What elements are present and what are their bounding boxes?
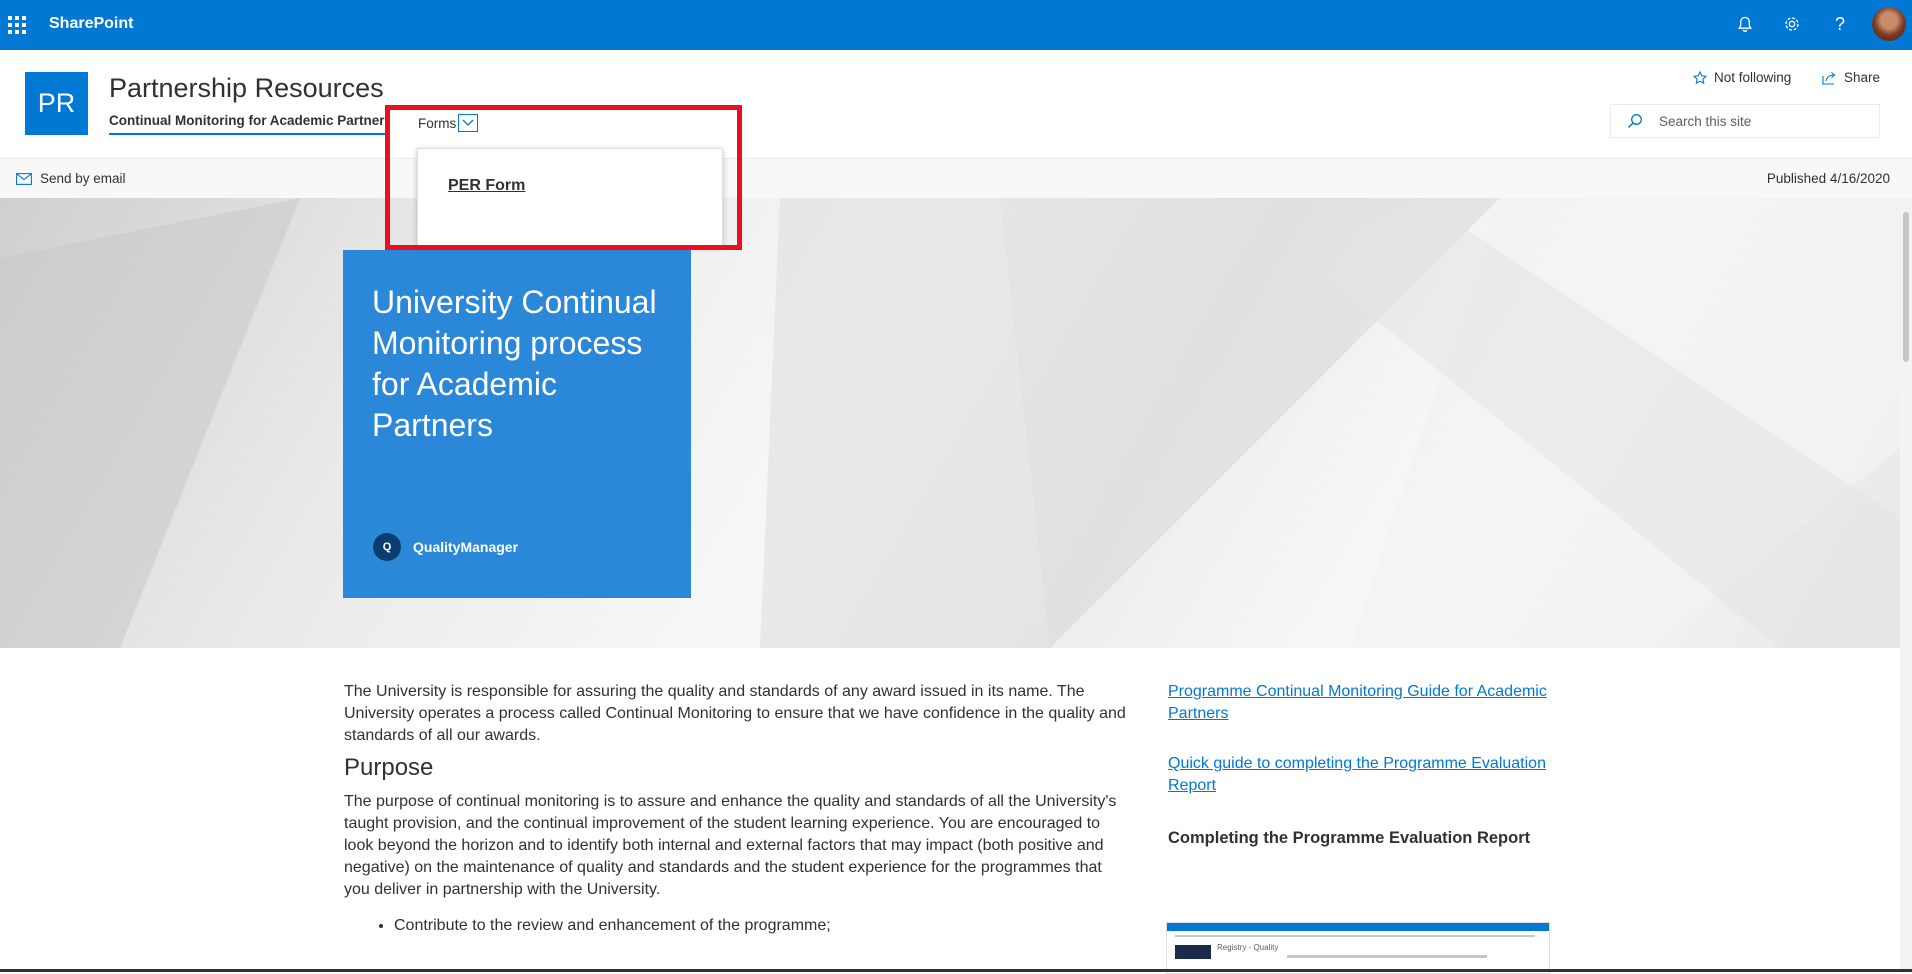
menu-item-per-form[interactable]: PER Form: [448, 177, 525, 195]
scrollbar-thumb[interactable]: [1903, 212, 1909, 362]
site-logo[interactable]: PR: [25, 72, 88, 135]
gear-icon[interactable]: [1780, 12, 1804, 36]
command-bar: Send by email Published 4/16/2020: [0, 158, 1912, 199]
hero-background-image: [0, 198, 1900, 648]
mail-icon: [16, 172, 32, 185]
purpose-paragraph: The purpose of continual monitoring is t…: [344, 793, 1117, 898]
send-by-email-button[interactable]: Send by email: [16, 171, 126, 186]
completing-report-heading: Completing the Programme Evaluation Repo…: [1168, 829, 1531, 847]
follow-button[interactable]: Not following: [1693, 70, 1791, 85]
user-avatar[interactable]: [1872, 7, 1906, 41]
right-column: Programme Continual Monitoring Guide for…: [1168, 681, 1548, 848]
star-icon: [1693, 70, 1707, 84]
page-scrollbar[interactable]: [1900, 198, 1912, 972]
list-item: Contribute to the review and enhancement…: [394, 915, 1130, 937]
intro-paragraph: The University is responsible for assuri…: [344, 683, 1126, 744]
hero-banner: University Continual Monitoring process …: [0, 198, 1900, 648]
share-label: Share: [1844, 70, 1881, 85]
nav-forms-label: Forms: [418, 115, 457, 131]
waffle-icon[interactable]: [8, 16, 26, 34]
help-icon[interactable]: ?: [1828, 12, 1852, 36]
published-date: Published 4/16/2020: [1766, 171, 1890, 186]
purpose-heading: Purpose: [344, 754, 434, 781]
quick-guide-link[interactable]: Quick guide to completing the Programme …: [1168, 753, 1548, 797]
site-title[interactable]: Partnership Resources: [109, 73, 384, 104]
share-button[interactable]: Share: [1822, 70, 1880, 85]
nav-item-forms[interactable]: Forms: [418, 114, 479, 132]
share-icon: [1822, 71, 1836, 85]
search-input[interactable]: [1657, 112, 1861, 130]
sharepoint-brand[interactable]: SharePoint: [49, 15, 133, 33]
nav-item-continual-monitoring[interactable]: Continual Monitoring for Academic Partne…: [109, 113, 385, 135]
author-name[interactable]: QualityManager: [413, 539, 518, 555]
main-text-column: The University is responsible for assuri…: [344, 681, 1130, 937]
site-search[interactable]: [1610, 104, 1880, 138]
bullet-list: Contribute to the review and enhancement…: [344, 915, 1130, 937]
author-avatar: Q: [373, 533, 401, 561]
send-by-email-label: Send by email: [40, 171, 126, 186]
video-thumbnail[interactable]: Registry - Quality: [1166, 922, 1550, 974]
monitoring-guide-link[interactable]: Programme Continual Monitoring Guide for…: [1168, 681, 1548, 725]
author-byline[interactable]: Q QualityManager: [373, 533, 518, 561]
search-icon: [1627, 113, 1643, 129]
hero-title-card: University Continual Monitoring process …: [343, 250, 691, 598]
page-title: University Continual Monitoring process …: [372, 284, 657, 443]
bell-icon[interactable]: [1733, 12, 1757, 36]
forms-dropdown-menu: PER Form: [417, 148, 723, 246]
thumbnail-title: Registry - Quality: [1217, 943, 1279, 952]
follow-label: Not following: [1714, 70, 1792, 85]
chevron-down-icon[interactable]: [458, 114, 479, 132]
suite-bar: SharePoint ?: [0, 0, 1912, 50]
